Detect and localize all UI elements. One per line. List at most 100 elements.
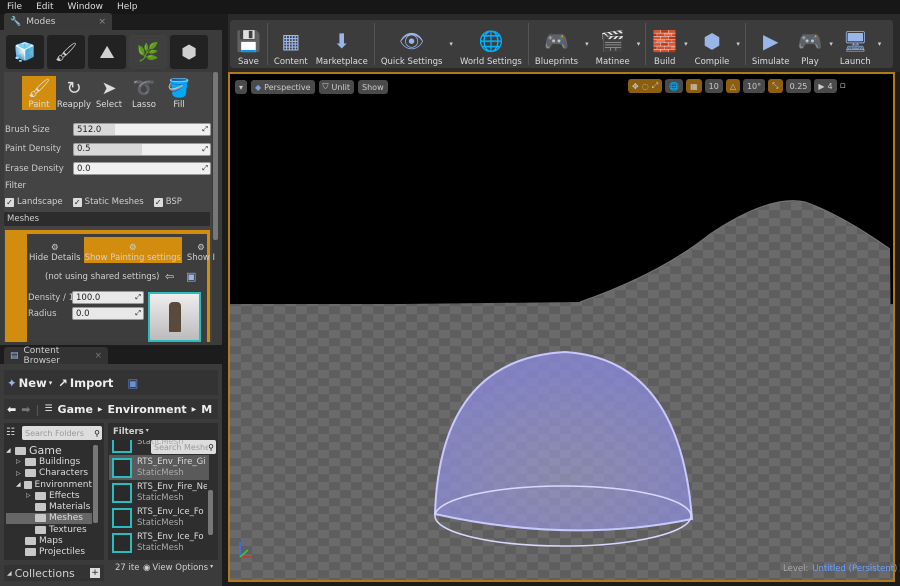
launch-button[interactable]: 🖥 Launch	[836, 21, 875, 67]
rotation-snap-value[interactable]: 10°	[742, 79, 766, 93]
radius-input[interactable]: 0.0 ⤢	[72, 307, 144, 320]
unlit-button[interactable]: ⛉ Unlit	[318, 80, 355, 94]
dropdown-arrow-icon[interactable]: ▾	[585, 40, 589, 48]
world-local-icon[interactable]: 🌐	[665, 79, 684, 93]
folder-scrollbar[interactable]	[93, 445, 98, 523]
tool-paint[interactable]: 🖌 Paint	[22, 76, 56, 110]
maximize-icon[interactable]: ▫	[840, 81, 846, 91]
tool-lasso[interactable]: ➰ Lasso	[127, 76, 161, 111]
folder-filter-icon[interactable]: ☷	[6, 427, 15, 438]
dropdown-arrow-icon[interactable]: ▾	[449, 40, 453, 48]
import-button[interactable]: ↗ Import	[58, 376, 113, 390]
filter-static-meshes-checkbox[interactable]: ✓ Static Meshes	[72, 197, 144, 207]
folder-maps[interactable]: Maps	[6, 535, 92, 546]
view-options-button[interactable]: ◉ View Options ▾	[143, 563, 213, 573]
dropdown-arrow-icon[interactable]: ▾	[878, 40, 882, 48]
menu-help[interactable]: Help	[117, 2, 138, 12]
mesh-button-1[interactable]: ⚙ Show Painting settings	[83, 237, 182, 263]
show-button[interactable]: Show	[358, 80, 388, 94]
asset-item[interactable]: RTS_Env_Ice_Fo StaticMesh	[109, 505, 209, 530]
grid-snap-icon[interactable]: ▦	[686, 79, 702, 93]
folder-meshes[interactable]: Meshes	[6, 512, 92, 525]
paint-icon[interactable]: 🖌	[47, 35, 85, 69]
save-button[interactable]: 💾 Save	[232, 21, 265, 67]
back-icon[interactable]: ⬅	[7, 403, 16, 416]
perspective-button[interactable]: ◆ Perspective	[251, 80, 315, 94]
save-all-icon[interactable]: ▣	[127, 376, 138, 390]
meshes-header[interactable]: Meshes	[4, 212, 210, 226]
mesh-button-0[interactable]: ⚙ Hide Details	[28, 237, 82, 263]
add-collection-icon[interactable]: +	[90, 568, 100, 578]
use-shared-icon[interactable]: ⇦	[165, 270, 174, 283]
mesh-thumbnail[interactable]	[148, 292, 201, 342]
place-icon[interactable]: 🧊	[6, 35, 44, 69]
folder-projectiles[interactable]: Projectiles	[6, 547, 92, 558]
filters-button[interactable]: Filters ▾	[113, 427, 149, 437]
quick-settings-button[interactable]: 👁 Quick Settings	[377, 21, 447, 67]
density-input[interactable]: 100.0 ⤢	[72, 291, 144, 304]
dropdown-arrow-icon[interactable]: ▾	[829, 40, 833, 48]
asset-scrollbar[interactable]	[208, 490, 213, 535]
geometry-icon[interactable]: ⬢	[170, 35, 208, 69]
marketplace-button[interactable]: ⬇ Marketplace	[312, 21, 372, 67]
path-meshes[interactable]: M	[201, 403, 212, 416]
close-icon[interactable]: ×	[98, 17, 106, 27]
tool-reapply[interactable]: ↻ Reapply	[57, 76, 91, 111]
content-browser-tab[interactable]: ▤ Content Browser ×	[4, 346, 108, 366]
folder-game[interactable]: ◢ Game	[6, 444, 92, 457]
filter-bsp-checkbox[interactable]: ✓ BSP	[153, 197, 182, 207]
build-button[interactable]: 🧱 Build	[648, 21, 681, 67]
world-settings-button[interactable]: 🌐 World Settings	[456, 21, 526, 67]
folder-materials[interactable]: Materials	[6, 501, 92, 512]
folder-tree-icon[interactable]: ☰	[44, 404, 52, 414]
play-button[interactable]: 🎮 Play	[793, 21, 826, 67]
search-folders-input[interactable]: Search Folders ⚲	[22, 426, 102, 440]
close-icon[interactable]: ×	[94, 351, 102, 361]
path-environment[interactable]: Environment	[108, 403, 187, 416]
menu-window[interactable]: Window	[68, 2, 104, 12]
new-button[interactable]: ✦ New ▾	[7, 376, 52, 390]
dropdown-arrow-icon[interactable]: ▾	[637, 40, 641, 48]
save-settings-icon[interactable]: ▣	[186, 270, 196, 283]
viewport[interactable]	[228, 72, 895, 582]
grid-snap-value[interactable]: 10	[704, 79, 723, 93]
viewport-options-button[interactable]: ▾	[235, 80, 248, 94]
simulate-button[interactable]: ▶ Simulate	[748, 21, 794, 67]
asset-item[interactable]: RTS_Env_Fire_Ne StaticMesh	[109, 480, 209, 505]
dropdown-arrow-icon[interactable]: ▾	[736, 40, 740, 48]
scale-snap-value[interactable]: 0.25	[785, 79, 812, 93]
asset-item[interactable]: StaticMesh	[109, 440, 209, 455]
folder-effects[interactable]: ▷ Effects	[6, 490, 92, 501]
scale-snap-icon[interactable]: ⤡	[768, 79, 783, 93]
brush-size-input[interactable]: 512.0 ⤢	[73, 123, 211, 136]
filter-landscape-checkbox[interactable]: ✓ Landscape	[5, 197, 63, 207]
paint-density-input[interactable]: 0.5 ⤢	[73, 142, 211, 156]
path-game[interactable]: Game	[58, 403, 93, 416]
transform-tools[interactable]: ✥ ◌ ⤢	[628, 79, 663, 93]
asset-item[interactable]: RTS_Env_Fire_Gi StaticMesh	[109, 455, 209, 480]
collections-header[interactable]: ◢ Collections +	[4, 565, 104, 581]
asset-item[interactable]: RTS_Env_Ice_Fo StaticMesh	[109, 530, 209, 555]
menu-file[interactable]: File	[7, 2, 22, 12]
folder-buildings[interactable]: ▷ Buildings	[6, 456, 92, 467]
scrollbar[interactable]	[213, 72, 218, 240]
rotation-snap-icon[interactable]: △	[725, 79, 740, 93]
camera-speed-button[interactable]: ▶ 4	[814, 79, 837, 93]
folder-textures[interactable]: Textures	[6, 524, 92, 535]
folder-environment[interactable]: ◢ Environment	[6, 479, 92, 490]
erase-density-input[interactable]: 0.0 ⤢	[73, 162, 211, 175]
forward-icon[interactable]: ➡	[21, 403, 30, 416]
mesh-button-2[interactable]: ⚙ Show I	[184, 237, 218, 263]
tool-select[interactable]: ➤ Select	[92, 76, 126, 111]
foliage-icon[interactable]: 🌿	[129, 35, 167, 69]
matinee-button[interactable]: 🎬 Matinee	[592, 21, 634, 67]
level-name[interactable]: Untitled (Persistent)	[812, 564, 897, 574]
tool-fill[interactable]: 🪣 Fill	[162, 76, 196, 111]
menu-edit[interactable]: Edit	[36, 2, 53, 12]
blueprints-button[interactable]: 🎮 Blueprints	[531, 21, 582, 67]
viewport-scene[interactable]	[230, 74, 893, 580]
landscape-icon[interactable]: ⛰	[88, 35, 126, 69]
modes-tab[interactable]: 🔧 Modes ×	[4, 13, 112, 30]
compile-button[interactable]: ⬢ Compile	[691, 21, 734, 67]
folder-characters[interactable]: ▷ Characters	[6, 468, 92, 479]
